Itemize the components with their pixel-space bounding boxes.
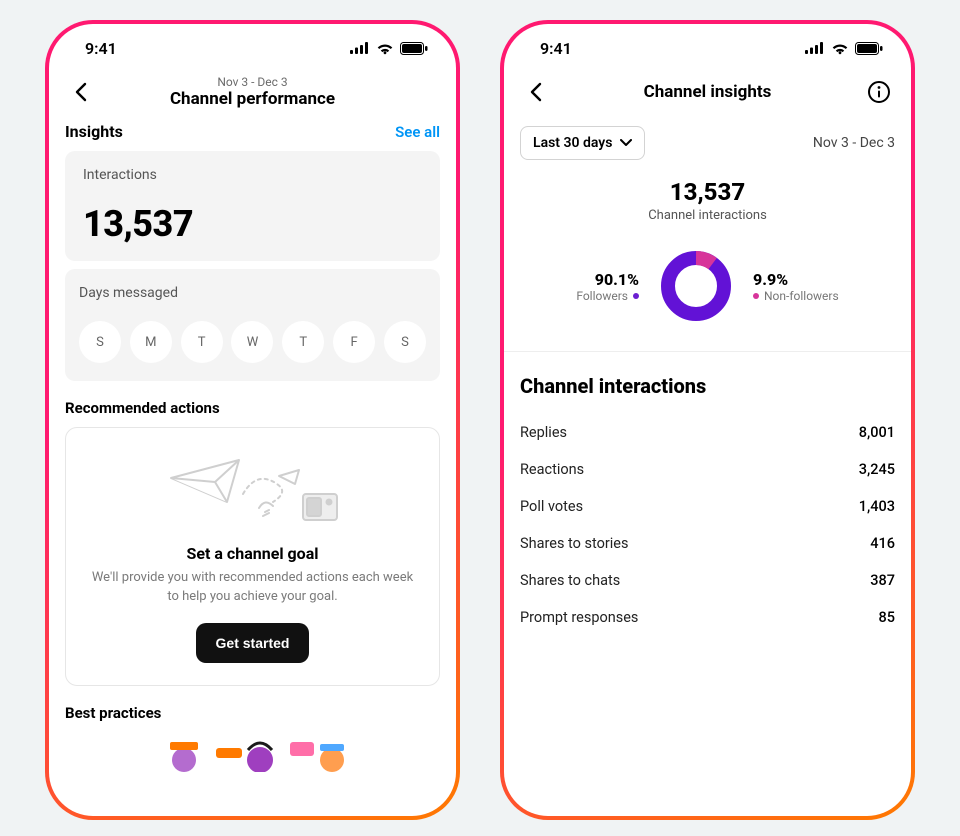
stat-label: Reactions bbox=[520, 461, 584, 478]
stat-row: Replies 8,001 bbox=[520, 414, 895, 451]
status-bar: 9:41 bbox=[504, 24, 911, 72]
channel-interactions-title: Channel interactions bbox=[520, 374, 895, 398]
info-button[interactable] bbox=[863, 76, 895, 108]
back-button[interactable] bbox=[65, 76, 97, 108]
header-date: Nov 3 - Dec 3 bbox=[49, 75, 456, 89]
stat-label: Shares to chats bbox=[520, 572, 620, 589]
recommended-card: Set a channel goal We'll provide you wit… bbox=[65, 427, 440, 686]
paper-plane-illustration bbox=[88, 450, 417, 532]
status-time: 9:41 bbox=[85, 39, 117, 58]
day-pill: F bbox=[333, 321, 375, 363]
stat-value: 3,245 bbox=[859, 461, 895, 478]
days-messaged-card[interactable]: Days messaged S M T W T F S bbox=[65, 269, 440, 381]
chevron-down-icon bbox=[620, 139, 632, 147]
stat-row: Poll votes 1,403 bbox=[520, 488, 895, 525]
best-practices-illustration bbox=[65, 732, 440, 772]
recommended-card-body: We'll provide you with recommended actio… bbox=[88, 569, 417, 607]
day-pill: T bbox=[282, 321, 324, 363]
stat-value: 387 bbox=[870, 572, 895, 589]
wifi-icon bbox=[831, 42, 849, 55]
date-range-text: Nov 3 - Dec 3 bbox=[813, 135, 895, 151]
stat-value: 1,403 bbox=[859, 498, 895, 515]
stat-value: 85 bbox=[879, 609, 895, 626]
stat-label: Poll votes bbox=[520, 498, 583, 515]
chevron-left-icon bbox=[73, 82, 89, 102]
day-pill: M bbox=[130, 321, 172, 363]
day-pill: S bbox=[79, 321, 121, 363]
cellular-icon bbox=[805, 42, 825, 54]
cellular-icon bbox=[350, 42, 370, 54]
status-icons bbox=[350, 42, 428, 55]
status-time: 9:41 bbox=[540, 39, 572, 58]
interactions-label: Interactions bbox=[83, 167, 422, 183]
legend-dot-followers bbox=[633, 293, 639, 299]
stat-row: Shares to chats 387 bbox=[520, 562, 895, 599]
wifi-icon bbox=[376, 42, 394, 55]
insights-label: Insights bbox=[65, 122, 123, 141]
stat-row: Shares to stories 416 bbox=[520, 525, 895, 562]
divider bbox=[504, 351, 911, 352]
stat-value: 416 bbox=[870, 535, 895, 552]
back-button[interactable] bbox=[520, 76, 552, 108]
interactions-value: 13,537 bbox=[83, 203, 422, 245]
recommended-title: Recommended actions bbox=[65, 399, 440, 417]
header: Channel insights bbox=[504, 72, 911, 118]
battery-icon bbox=[400, 42, 428, 55]
best-practices-title: Best practices bbox=[65, 704, 440, 722]
see-all-link[interactable]: See all bbox=[395, 123, 440, 141]
phone-left: 9:41 Nov 3 - Dec 3 Channel performance I… bbox=[45, 20, 460, 820]
stat-row: Reactions 3,245 bbox=[520, 451, 895, 488]
phone-left-screen: 9:41 Nov 3 - Dec 3 Channel performance I… bbox=[49, 24, 456, 816]
total-interactions-label: Channel interactions bbox=[520, 208, 895, 223]
day-pill: T bbox=[181, 321, 223, 363]
chevron-left-icon bbox=[528, 82, 544, 102]
header-title: Channel insights bbox=[552, 82, 863, 102]
legend-dot-nonfollowers bbox=[753, 293, 759, 299]
day-pill: S bbox=[384, 321, 426, 363]
header: Nov 3 - Dec 3 Channel performance bbox=[49, 72, 456, 118]
stat-label: Replies bbox=[520, 424, 567, 441]
date-range-dropdown[interactable]: Last 30 days bbox=[520, 126, 645, 160]
recommended-card-title: Set a channel goal bbox=[88, 544, 417, 563]
stat-label: Shares to stories bbox=[520, 535, 628, 552]
followers-donut-chart: 90.1% Followers 9.9% Non-followers bbox=[520, 247, 895, 325]
header-title: Channel performance bbox=[49, 89, 456, 109]
date-range-label: Last 30 days bbox=[533, 135, 612, 151]
days-messaged-label: Days messaged bbox=[79, 285, 426, 301]
followers-label: Followers bbox=[576, 289, 628, 303]
interactions-card[interactable]: Interactions 13,537 bbox=[65, 151, 440, 261]
phone-right: 9:41 Channel insights Last 30 days bbox=[500, 20, 915, 820]
battery-icon bbox=[855, 42, 883, 55]
info-icon bbox=[867, 80, 891, 104]
donut-chart-icon bbox=[657, 247, 735, 325]
phone-right-screen: 9:41 Channel insights Last 30 days bbox=[504, 24, 911, 816]
day-pill: W bbox=[231, 321, 273, 363]
nonfollowers-label: Non-followers bbox=[764, 289, 839, 303]
status-icons bbox=[805, 42, 883, 55]
get-started-button[interactable]: Get started bbox=[196, 623, 310, 663]
stat-value: 8,001 bbox=[859, 424, 895, 441]
stat-row: Prompt responses 85 bbox=[520, 599, 895, 636]
followers-percent: 90.1% bbox=[576, 270, 639, 289]
nonfollowers-percent: 9.9% bbox=[753, 270, 839, 289]
total-interactions-value: 13,537 bbox=[520, 178, 895, 206]
status-bar: 9:41 bbox=[49, 24, 456, 72]
stat-label: Prompt responses bbox=[520, 609, 638, 626]
